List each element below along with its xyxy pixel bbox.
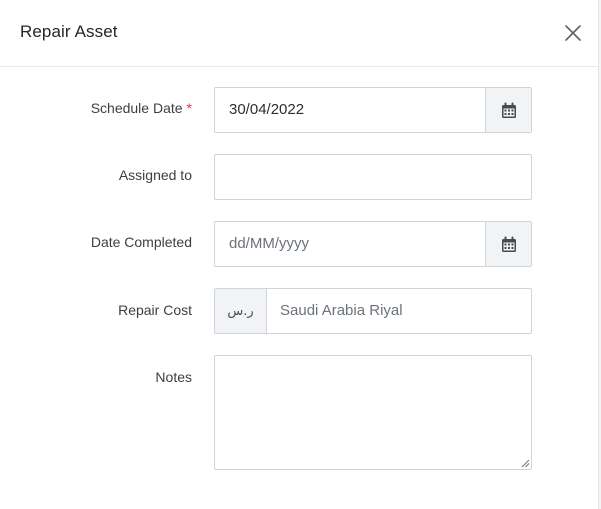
schedule-date-label: Schedule Date *: [91, 100, 192, 116]
date-completed-placeholder: dd/MM/yyyy: [229, 235, 310, 252]
close-icon: [565, 25, 581, 41]
calendar-icon: [501, 236, 516, 252]
schedule-date-value: 30/04/2022: [229, 101, 305, 118]
schedule-date-input[interactable]: 30/04/2022: [214, 87, 532, 133]
repair-asset-modal: Repair Asset Schedule Date* 30/04/2022: [0, 0, 599, 509]
assigned-to-input[interactable]: [214, 154, 532, 200]
assigned-to-row: Assigned to: [0, 154, 599, 200]
date-completed-row: Date Completed dd/MM/yyyy: [0, 221, 599, 267]
date-completed-calendar-button[interactable]: [485, 222, 531, 266]
repair-cost-input[interactable]: ر.س Saudi Arabia Riyal: [214, 288, 532, 334]
modal-header: Repair Asset: [0, 0, 599, 67]
assigned-to-label: Assigned to: [118, 167, 192, 183]
schedule-date-label-text: Schedule Date: [90, 100, 183, 116]
notes-textarea[interactable]: [214, 355, 532, 470]
required-marker: *: [186, 100, 192, 116]
close-button[interactable]: [561, 21, 585, 45]
repair-cost-placeholder: Saudi Arabia Riyal: [280, 302, 403, 319]
currency-symbol: ر.س: [215, 289, 267, 333]
schedule-date-row: Schedule Date * 30/04/2022: [0, 87, 599, 133]
date-completed-input[interactable]: dd/MM/yyyy: [214, 221, 532, 267]
repair-cost-label: Repair Cost: [118, 302, 192, 318]
notes-row: Notes: [0, 355, 599, 470]
notes-label: Notes: [155, 369, 192, 385]
calendar-icon: [501, 102, 516, 118]
date-completed-label: Date Completed: [90, 234, 192, 250]
schedule-date-calendar-button[interactable]: [485, 88, 531, 132]
resize-grip-icon[interactable]: [520, 458, 530, 468]
repair-cost-row: Repair Cost ر.س Saudi Arabia Riyal: [0, 288, 599, 334]
modal-title: Repair Asset: [20, 22, 118, 41]
